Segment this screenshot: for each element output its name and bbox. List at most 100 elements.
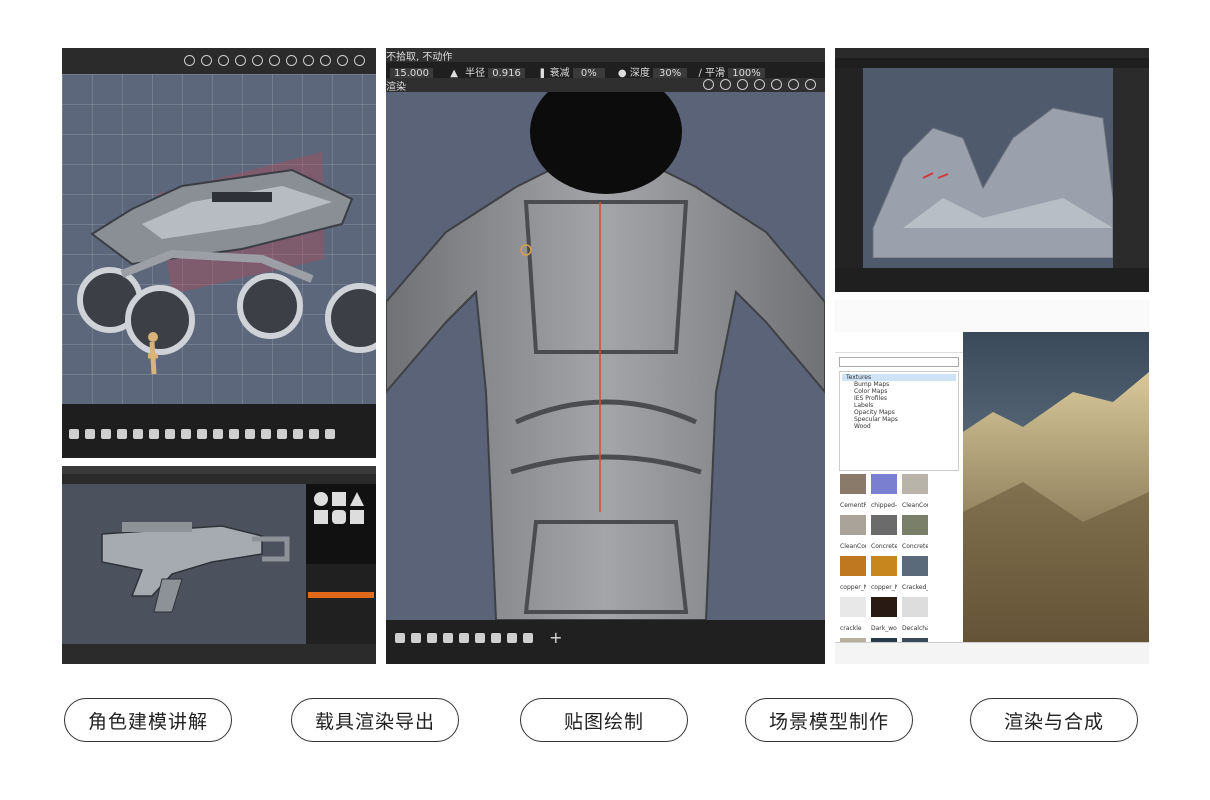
shelf-icon[interactable] [325, 429, 335, 439]
view-icon[interactable] [286, 55, 297, 66]
category-scene-modeling[interactable]: 场景模型制作 [745, 698, 913, 742]
texture-swatch [840, 515, 866, 535]
display-icon[interactable] [788, 79, 799, 90]
tree-item[interactable]: Opacity Maps [842, 409, 956, 416]
texture-thumbnail[interactable]: Dark_wood [871, 597, 900, 636]
texture-thumbnail[interactable]: copper_NS0 [871, 556, 900, 595]
view-icon[interactable] [201, 55, 212, 66]
tree-item[interactable]: Labels [842, 402, 956, 409]
view-icon[interactable] [269, 55, 280, 66]
texture-label: CleanConcr... [902, 502, 928, 509]
brush-thumb[interactable] [395, 633, 405, 643]
shelf-icon[interactable] [229, 429, 239, 439]
brush-thumb[interactable] [523, 633, 533, 643]
texture-swatch [902, 515, 928, 535]
shelf-icon[interactable] [277, 429, 287, 439]
primitive-thumb[interactable] [332, 492, 346, 506]
shelf-icon[interactable] [69, 429, 79, 439]
brush-thumb[interactable] [459, 633, 469, 643]
tree-item[interactable]: Specular Maps [842, 416, 956, 423]
texture-label: CementPat... [840, 502, 866, 509]
texture-thumbnail[interactable]: copper_NS0 [840, 556, 869, 595]
texture-label: Concretete... [902, 543, 928, 550]
category-texture-painting[interactable]: 贴图绘制 [520, 698, 688, 742]
shelf-icon[interactable] [101, 429, 111, 439]
texture-swatch [840, 556, 866, 576]
view-icon[interactable] [337, 55, 348, 66]
category-character-modeling[interactable]: 角色建模讲解 [64, 698, 232, 742]
brush-thumb[interactable] [475, 633, 485, 643]
ribbon-toolbar [835, 300, 1149, 333]
library-tabs [835, 332, 963, 353]
primitive-palette [306, 484, 376, 564]
brush-thumb[interactable] [507, 633, 517, 643]
shelf-icon[interactable] [181, 429, 191, 439]
shelf-icon[interactable] [85, 429, 95, 439]
vehicle-viewport-panel [62, 48, 376, 458]
tool-mode-label[interactable]: 不拾取, 不动作 [386, 48, 452, 63]
primitive-thumb[interactable] [350, 510, 364, 524]
render-preview [963, 332, 1149, 642]
primitive-thumb[interactable] [350, 492, 364, 506]
texture-thumbnail[interactable]: CleanConcr... [902, 474, 931, 513]
mode-bar: 不拾取, 不动作 [386, 48, 825, 63]
view-icon[interactable] [303, 55, 314, 66]
brush-thumb[interactable] [491, 633, 501, 643]
shelf-icon[interactable] [117, 429, 127, 439]
viewport-toolbar [62, 48, 376, 74]
shelf-icon[interactable] [165, 429, 175, 439]
vehicle-model [77, 152, 376, 375]
display-icon[interactable] [737, 79, 748, 90]
shelf-icon[interactable] [149, 429, 159, 439]
primitive-thumb[interactable] [314, 492, 328, 506]
texture-thumbnail[interactable]: CleanConcr... [840, 515, 869, 554]
texture-thumbnail[interactable]: chipped-me... [871, 474, 900, 513]
shelf-icon[interactable] [197, 429, 207, 439]
texture-label: copper_NS0 [871, 584, 897, 591]
texture-thumbnail[interactable]: Cracked_ice [902, 556, 931, 595]
tree-item[interactable]: Textures [842, 374, 956, 381]
texture-thumbnail[interactable]: CementPat... [840, 474, 869, 513]
shelf-icon[interactable] [293, 429, 303, 439]
category-render-compositing[interactable]: 渲染与合成 [970, 698, 1138, 742]
render-label: 渲染 [386, 82, 406, 93]
shelf-icon[interactable] [133, 429, 143, 439]
tree-item[interactable]: Wood [842, 423, 956, 430]
menu-bar [835, 48, 1149, 58]
scene-viewport-panel [835, 48, 1149, 292]
brush-thumb[interactable] [411, 633, 421, 643]
search-field[interactable] [839, 357, 959, 367]
display-icon[interactable] [720, 79, 731, 90]
shelf-icon[interactable] [245, 429, 255, 439]
view-icon[interactable] [184, 55, 195, 66]
display-icon[interactable] [703, 79, 714, 90]
tree-item[interactable]: IES Profiles [842, 395, 956, 402]
tree-item[interactable]: Color Maps [842, 388, 956, 395]
texture-thumbnail[interactable]: Concretete... [902, 515, 931, 554]
brush-thumb[interactable] [443, 633, 453, 643]
brush-thumb[interactable] [427, 633, 437, 643]
texture-label: Concretete... [871, 543, 897, 550]
texture-swatch [871, 515, 897, 535]
display-icon[interactable] [771, 79, 782, 90]
display-icon[interactable] [754, 79, 765, 90]
tree-item[interactable]: Bump Maps [842, 381, 956, 388]
category-vehicle-render[interactable]: 载具渲染导出 [291, 698, 459, 742]
view-icon[interactable] [252, 55, 263, 66]
primitive-thumb[interactable] [314, 510, 328, 524]
view-icon[interactable] [320, 55, 331, 66]
add-brush-button[interactable]: + [549, 628, 562, 647]
view-icon[interactable] [218, 55, 229, 66]
shelf-icon[interactable] [213, 429, 223, 439]
texture-thumbnail[interactable]: Decalchain... [902, 597, 931, 636]
texture-label: Cracked_ice [902, 584, 928, 591]
shelf-icon[interactable] [309, 429, 319, 439]
display-icon[interactable] [805, 79, 816, 90]
texture-label: crackle [840, 625, 862, 632]
shelf-icon[interactable] [261, 429, 271, 439]
texture-thumbnail[interactable]: Concretete... [871, 515, 900, 554]
view-icon[interactable] [354, 55, 365, 66]
view-icon[interactable] [235, 55, 246, 66]
primitive-thumb[interactable] [332, 510, 346, 524]
texture-thumbnail[interactable]: crackle [840, 597, 869, 636]
